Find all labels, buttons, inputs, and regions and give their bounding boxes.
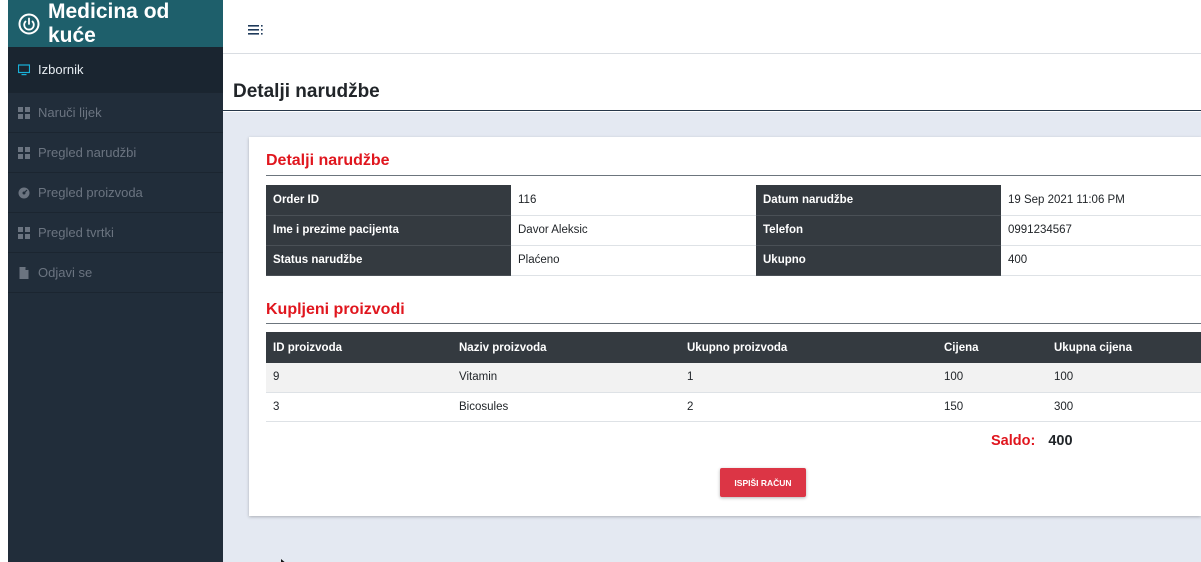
sidebar: Izbornik Naruči lijek Pregled narudžbi P… bbox=[8, 47, 223, 562]
products-section-title: Kupljeni proizvodi bbox=[266, 301, 405, 318]
section-divider bbox=[266, 323, 1201, 324]
column-header[interactable]: Cijena bbox=[937, 332, 1047, 363]
table-cell: Vitamin bbox=[452, 363, 680, 393]
table-row: 3 Bicosules 2 150 300 bbox=[266, 392, 1201, 422]
print-invoice-button[interactable]: ISPIŠI RAČUN bbox=[720, 468, 806, 497]
page-title: Detalji narudžbe bbox=[233, 81, 380, 102]
info-value: Plaćeno bbox=[511, 245, 756, 276]
brand-logo[interactable]: Medicina od kuće bbox=[8, 0, 223, 47]
column-header[interactable]: Ukupna cijena bbox=[1047, 332, 1201, 363]
brand-title: Medicina od kuće bbox=[48, 0, 170, 47]
sidebar-item-naruci-lijek[interactable]: Naruči lijek bbox=[8, 93, 223, 133]
products-table: ID proizvoda Naziv proizvoda Ukupno proi… bbox=[266, 332, 1201, 422]
table-row: Order ID 116 Datum narudžbe 19 Sep 2021 … bbox=[266, 185, 1201, 216]
info-value: 116 bbox=[511, 185, 756, 216]
saldo-value: 400 bbox=[1048, 433, 1073, 449]
info-label: Datum narudžbe bbox=[756, 185, 1001, 216]
file-icon bbox=[18, 266, 30, 279]
info-label: Order ID bbox=[266, 185, 511, 216]
sidebar-item-label: Pregled narudžbi bbox=[38, 145, 137, 160]
table-header-row: ID proizvoda Naziv proizvoda Ukupno proi… bbox=[266, 332, 1201, 363]
info-value: 0991234567 bbox=[1001, 215, 1201, 246]
section-divider bbox=[266, 175, 1201, 176]
column-header[interactable]: ID proizvoda bbox=[266, 332, 452, 363]
table-cell: 1 bbox=[680, 363, 937, 393]
info-label: Telefon bbox=[756, 215, 1001, 246]
table-cell: 3 bbox=[266, 392, 452, 422]
table-cell: Bicosules bbox=[452, 392, 680, 422]
order-section-title: Detalji narudžbe bbox=[266, 152, 390, 169]
sidebar-item-pregled-tvrtki[interactable]: Pregled tvrtki bbox=[8, 213, 223, 253]
page-header: Detalji narudžbe bbox=[223, 55, 1201, 111]
column-header[interactable]: Ukupno proizvoda bbox=[680, 332, 937, 363]
table-row: 9 Vitamin 1 100 100 bbox=[266, 363, 1201, 393]
info-value: Davor Aleksic bbox=[511, 215, 756, 246]
sidebar-item-label: Pregled tvrtki bbox=[38, 225, 114, 240]
mouse-cursor-icon bbox=[280, 554, 288, 562]
grid-icon bbox=[18, 226, 30, 239]
table-row: Ime i prezime pacijenta Davor Aleksic Te… bbox=[266, 215, 1201, 246]
table-cell: 9 bbox=[266, 363, 452, 393]
dashboard-icon bbox=[18, 187, 30, 199]
order-info-table: Order ID 116 Datum narudžbe 19 Sep 2021 … bbox=[266, 185, 1201, 276]
saldo-total: Saldo: 400 bbox=[991, 433, 1073, 449]
grid-icon bbox=[18, 106, 30, 119]
saldo-label: Saldo: bbox=[991, 433, 1036, 449]
grid-icon bbox=[18, 146, 30, 159]
order-details-card: Detalji narudžbe Order ID 116 Datum naru… bbox=[249, 137, 1201, 516]
sidebar-item-pregled-proizvoda[interactable]: Pregled proizvoda bbox=[8, 173, 223, 213]
topbar bbox=[223, 0, 1201, 54]
table-cell: 300 bbox=[1047, 392, 1201, 422]
table-cell: 100 bbox=[1047, 363, 1201, 393]
sidebar-item-izbornik[interactable]: Izbornik bbox=[8, 47, 223, 93]
sidebar-item-pregled-narudzbi[interactable]: Pregled narudžbi bbox=[8, 133, 223, 173]
info-label: Status narudžbe bbox=[266, 245, 511, 276]
table-cell: 100 bbox=[937, 363, 1047, 393]
sidebar-item-label: Izbornik bbox=[38, 62, 84, 77]
info-label: Ime i prezime pacijenta bbox=[266, 215, 511, 246]
column-header[interactable]: Naziv proizvoda bbox=[452, 332, 680, 363]
table-row: Status narudžbe Plaćeno Ukupno 400 bbox=[266, 245, 1201, 276]
sidebar-item-odjavi-se[interactable]: Odjavi se bbox=[8, 253, 223, 293]
power-logo-icon bbox=[18, 13, 40, 35]
sidebar-item-label: Pregled proizvoda bbox=[38, 185, 143, 200]
table-cell: 2 bbox=[680, 392, 937, 422]
menu-toggle-icon[interactable] bbox=[248, 23, 264, 35]
monitor-icon bbox=[18, 63, 30, 76]
left-edge bbox=[0, 0, 8, 562]
sidebar-item-label: Odjavi se bbox=[38, 265, 93, 280]
table-cell: 150 bbox=[937, 392, 1047, 422]
info-label: Ukupno bbox=[756, 245, 1001, 276]
info-value: 19 Sep 2021 11:06 PM bbox=[1001, 185, 1201, 216]
sidebar-item-label: Naruči lijek bbox=[38, 105, 102, 120]
info-value: 400 bbox=[1001, 245, 1201, 276]
